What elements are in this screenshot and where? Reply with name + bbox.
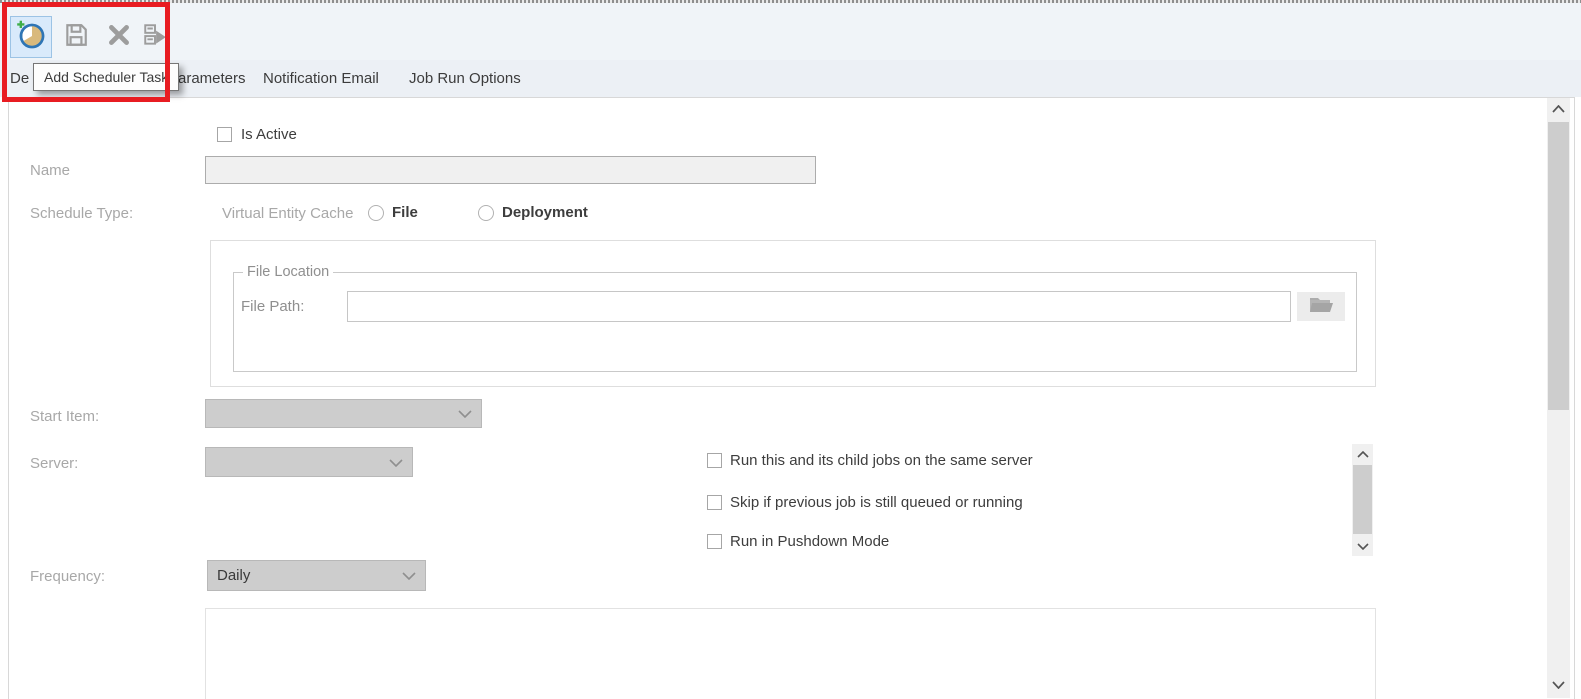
file-location-groupbox <box>233 272 1357 372</box>
close-x-icon <box>106 22 132 53</box>
same-server-checkbox[interactable] <box>707 453 722 468</box>
toolbar <box>0 3 1581 60</box>
tab-job-run-options[interactable]: Job Run Options <box>409 60 521 97</box>
tab-notification-email[interactable]: Notification Email <box>263 60 379 97</box>
schedule-type-static-option: Virtual Entity Cache <box>222 205 354 222</box>
main-scrollbar-thumb[interactable] <box>1548 122 1569 410</box>
options-scrollbar[interactable] <box>1352 444 1373 556</box>
options-scrollbar-thumb[interactable] <box>1353 465 1372 534</box>
save-icon <box>63 22 89 53</box>
clock-add-icon <box>16 20 46 55</box>
main-scrollbar[interactable] <box>1547 98 1570 698</box>
file-location-legend: File Location <box>243 264 334 280</box>
scroll-down-icon[interactable] <box>1352 536 1373 556</box>
scroll-up-icon[interactable] <box>1547 98 1570 120</box>
frequency-label: Frequency: <box>30 568 106 585</box>
pushdown-mode-label: Run in Pushdown Mode <box>730 533 890 550</box>
save-button[interactable] <box>55 16 97 58</box>
frequency-dropdown[interactable]: Daily <box>207 560 426 591</box>
chevron-down-icon <box>389 454 403 471</box>
scroll-up-icon[interactable] <box>1352 444 1373 464</box>
schedule-type-deployment-label: Deployment <box>502 204 588 221</box>
skip-if-queued-checkbox[interactable] <box>707 495 722 510</box>
chevron-down-icon <box>458 405 472 422</box>
document-run-icon <box>142 22 168 53</box>
file-path-input[interactable] <box>347 291 1291 322</box>
tab-details[interactable]: De <box>10 60 29 97</box>
add-scheduler-task-tooltip: Add Scheduler Task <box>33 63 180 91</box>
schedule-type-label: Schedule Type: <box>30 205 134 222</box>
folder-icon <box>1309 295 1333 318</box>
pushdown-mode-checkbox[interactable] <box>707 534 722 549</box>
frequency-value: Daily <box>217 567 251 584</box>
browse-file-button[interactable] <box>1297 292 1345 321</box>
skip-if-queued-label: Skip if previous job is still queued or … <box>730 494 1023 511</box>
run-job-button[interactable] <box>134 16 176 58</box>
server-label: Server: <box>30 455 79 472</box>
server-dropdown[interactable] <box>205 447 413 477</box>
start-item-label: Start Item: <box>30 408 100 425</box>
add-scheduler-task-button[interactable] <box>10 16 52 58</box>
name-input[interactable] <box>205 156 816 184</box>
is-active-label: Is Active <box>241 126 297 143</box>
tab-parameters[interactable]: arameters <box>178 60 246 97</box>
schedule-type-deployment-radio[interactable] <box>478 205 494 221</box>
schedule-type-file-label: File <box>392 204 418 221</box>
name-label: Name <box>30 162 71 179</box>
tab-bar: De arameters Notification Email Job Run … <box>0 60 1581 97</box>
is-active-checkbox[interactable] <box>217 127 232 142</box>
same-server-label: Run this and its child jobs on the same … <box>730 452 1033 469</box>
scroll-down-icon[interactable] <box>1547 674 1570 696</box>
chevron-down-icon <box>402 567 416 584</box>
frequency-detail-box <box>205 608 1376 699</box>
schedule-type-file-radio[interactable] <box>368 205 384 221</box>
start-item-dropdown[interactable] <box>205 399 482 428</box>
scheduler-task-window: De arameters Notification Email Job Run … <box>0 0 1581 699</box>
file-path-label: File Path: <box>241 298 305 315</box>
